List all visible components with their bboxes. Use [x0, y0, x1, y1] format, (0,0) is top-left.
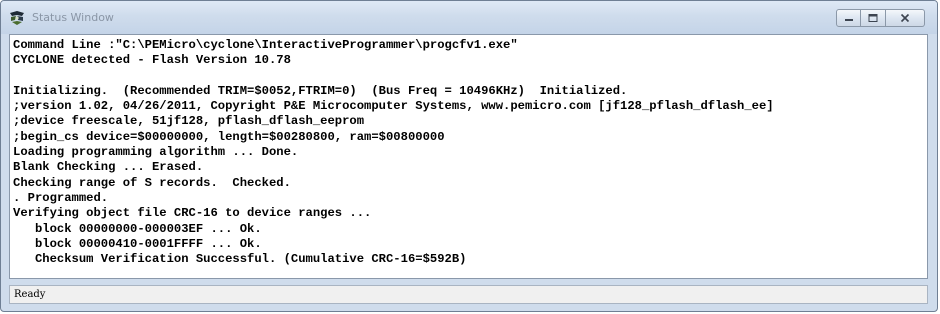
- window-title: Status Window: [32, 11, 114, 24]
- console-line: ;begin_cs device=$00000000, length=$0028…: [13, 129, 445, 144]
- console-line: Verifying object file CRC-16 to device r…: [13, 206, 372, 221]
- close-button[interactable]: [886, 9, 925, 27]
- title-bar[interactable]: Status Window: [1, 1, 937, 34]
- console-line: ;device freescale, 51jf128, pflash_dflas…: [13, 114, 365, 129]
- console-line: ;version 1.02, 04/26/2011, Copyright P&E…: [13, 99, 774, 114]
- console-line: Checking range of S records. Checked.: [13, 175, 291, 190]
- close-icon: [900, 13, 910, 23]
- console-line: Loading programming algorithm ... Done.: [13, 145, 299, 160]
- console-output[interactable]: Command Line :"C:\PEMicro\cyclone\Intera…: [9, 34, 928, 279]
- console-line: Initializing. (Recommended TRIM=$0052,FT…: [13, 83, 628, 98]
- console-line: Command Line :"C:\PEMicro\cyclone\Intera…: [13, 38, 518, 52]
- cyclone-app-icon: [8, 10, 26, 26]
- maximize-button[interactable]: [861, 9, 886, 27]
- minimize-icon: [844, 19, 853, 21]
- maximize-icon: [868, 14, 878, 22]
- console-line: block 00000410-0001FFFF ... Ok.: [13, 236, 262, 251]
- status-text: Ready: [14, 289, 46, 300]
- console-line: CYCLONE detected - Flash Version 10.78: [13, 53, 291, 68]
- console-line: block 00000000-000003EF ... Ok.: [13, 221, 262, 236]
- console-line: Blank Checking ... Erased.: [13, 160, 204, 175]
- window-controls: [836, 9, 925, 27]
- status-window: Status Window Command Line :"C:\PEMicro\…: [0, 0, 938, 312]
- status-bar: Ready: [9, 285, 928, 304]
- console-line: . Programmed.: [13, 190, 109, 205]
- minimize-button[interactable]: [836, 9, 861, 27]
- console-line: Checksum Verification Successful. (Cumul…: [13, 252, 467, 267]
